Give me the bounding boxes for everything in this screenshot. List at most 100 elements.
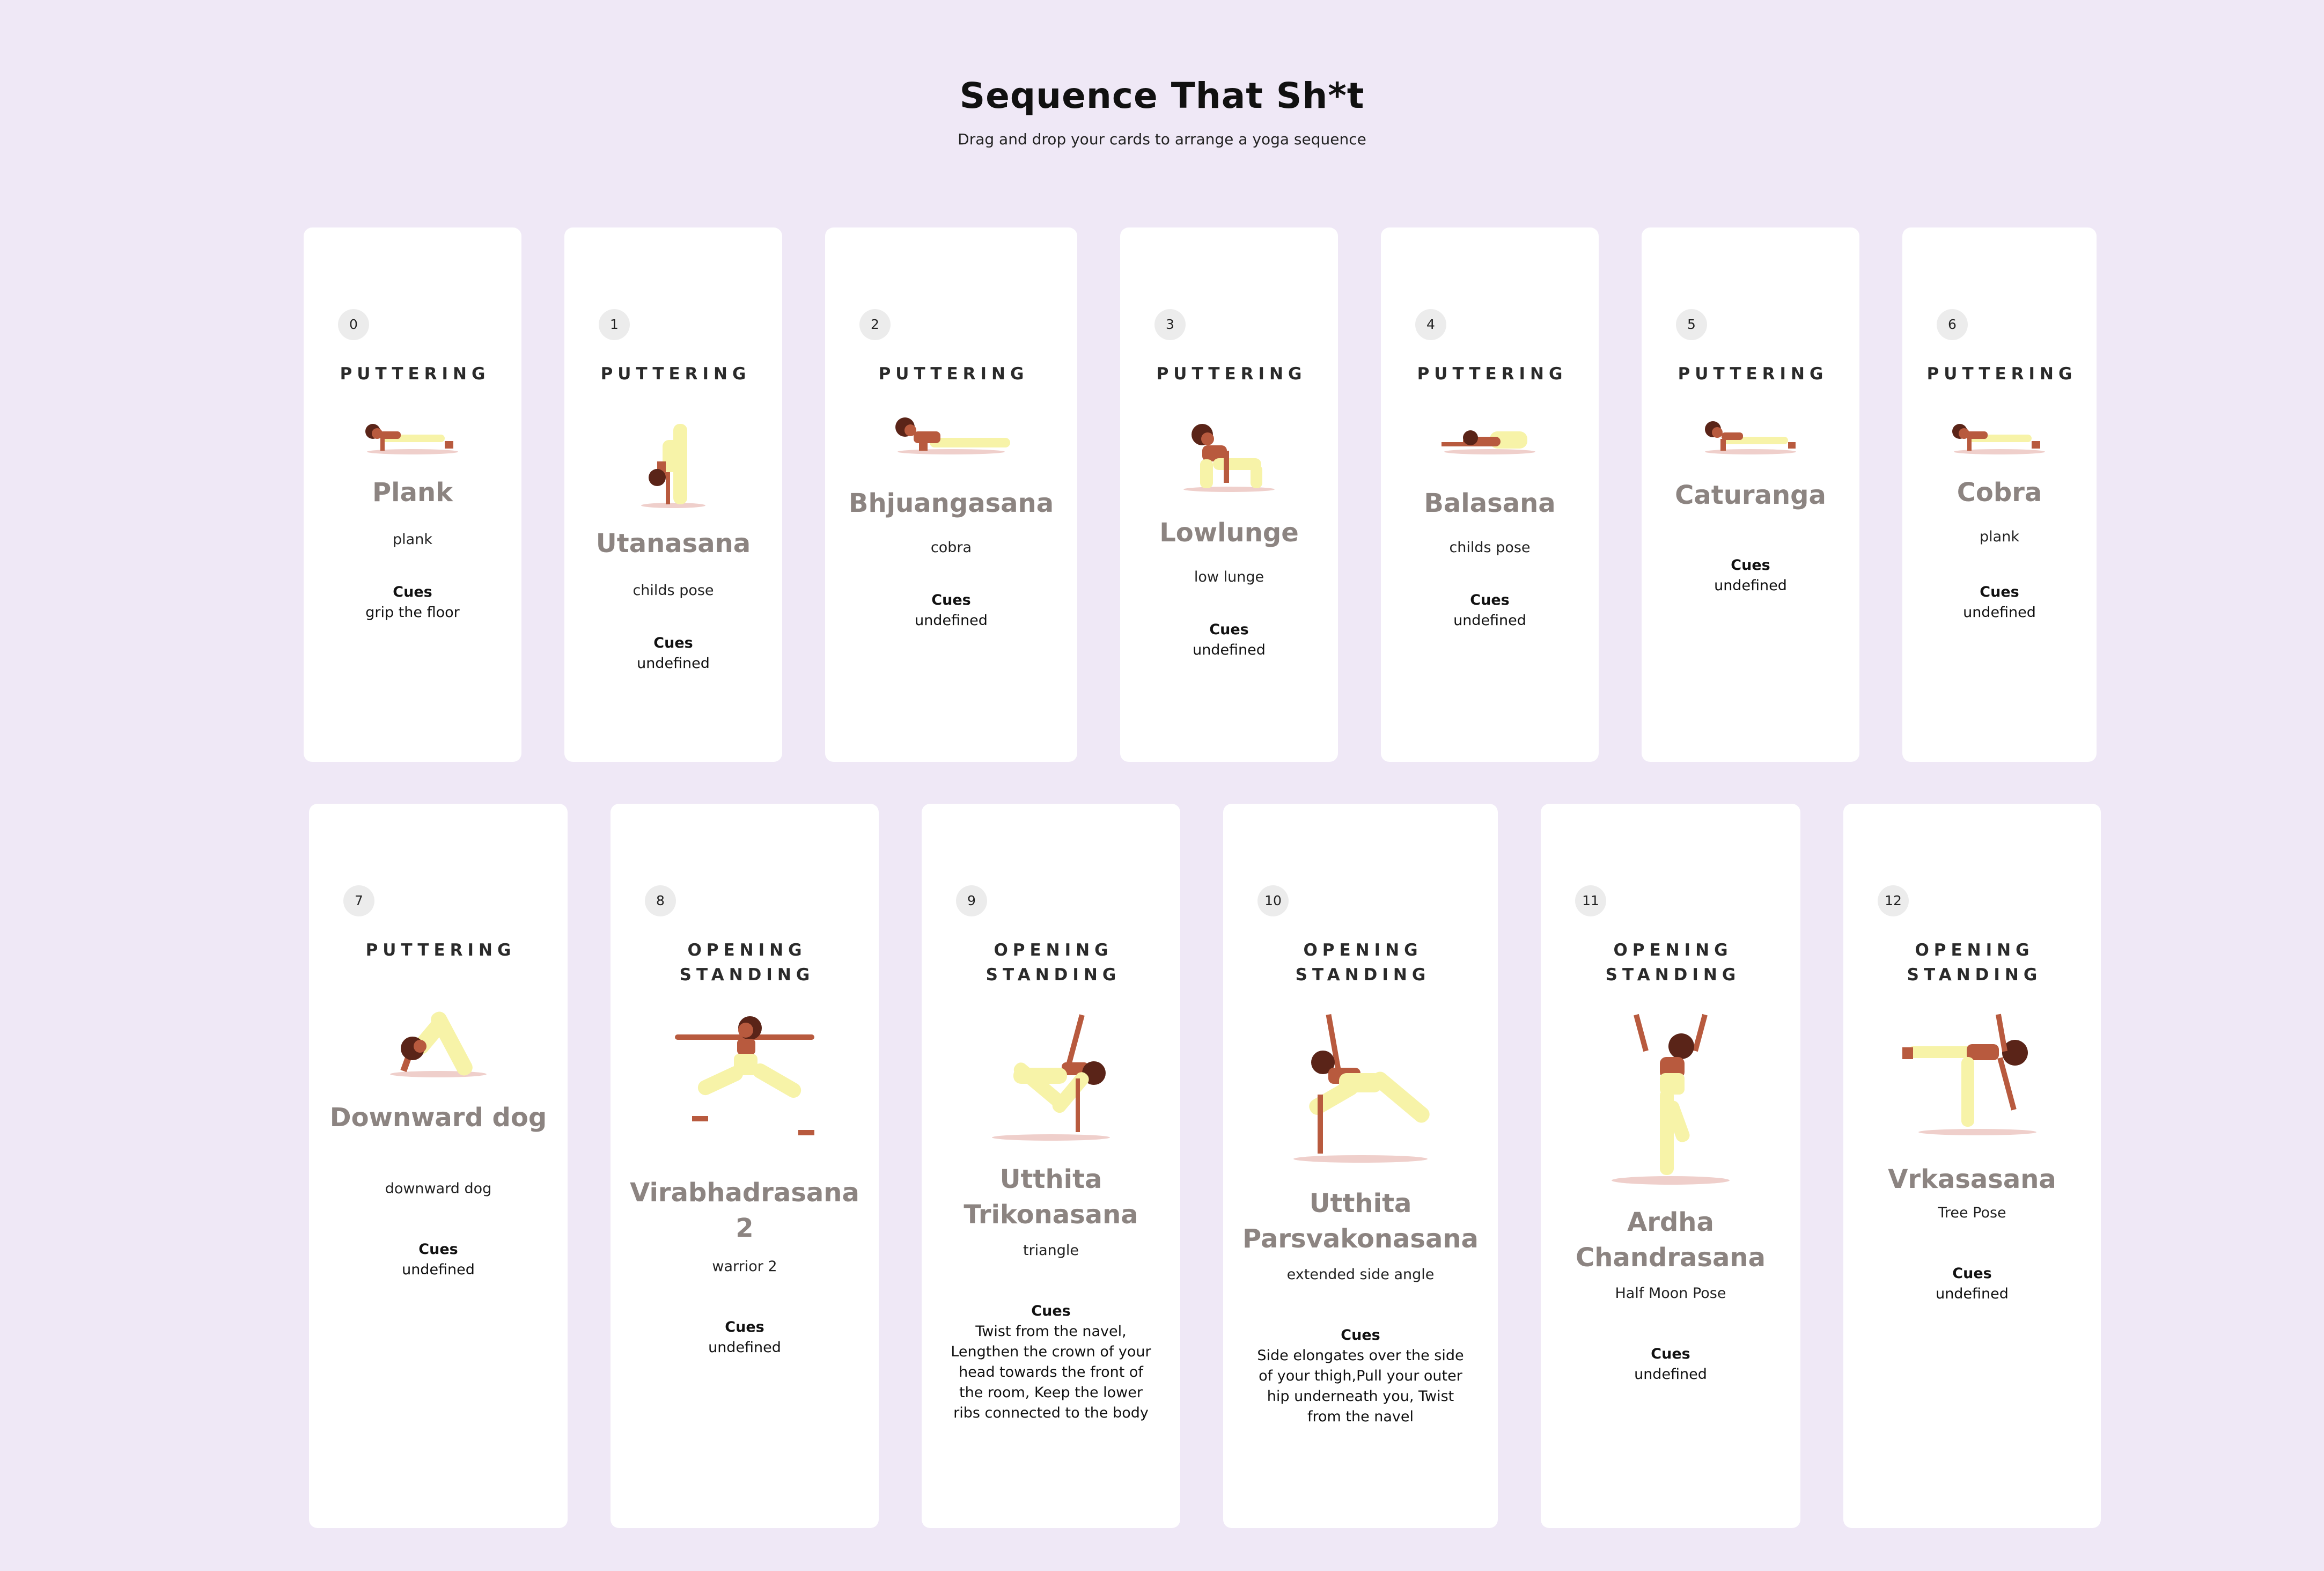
cues-label: Cues	[418, 1241, 458, 1258]
chaturanga-figure-icon	[1697, 413, 1804, 458]
pose-english-name: cobra	[930, 539, 972, 556]
cues-text: Side elongates over the side of your thi…	[1257, 1347, 1464, 1425]
pose-card[interactable]: 1 PUTTERING Utanasana childs pose Cues u…	[564, 227, 782, 762]
plank-figure-icon	[1946, 413, 2053, 458]
pose-name: Utthita Parsvakonasana	[1242, 1188, 1479, 1254]
cues-label: Cues	[1209, 621, 1249, 638]
pose-card[interactable]: 11 OPENING STANDING Ardha Chandrasana Ha…	[1541, 804, 1800, 1528]
pose-english-name: low lunge	[1194, 569, 1264, 585]
card-category: OPENING STANDING	[1295, 941, 1431, 985]
cues-text: undefined	[1714, 577, 1787, 594]
card-index-badge: 8	[645, 885, 676, 916]
pose-english-name: warrior 2	[712, 1258, 777, 1275]
pose-cues: Cues undefined	[564, 633, 782, 674]
pose-cues: Cues undefined	[1381, 590, 1599, 631]
cues-text: undefined	[708, 1339, 781, 1356]
pose-name: Virabhadrasana 2	[630, 1178, 859, 1243]
pose-name: Bhjuangasana	[848, 488, 1054, 518]
page-title: Sequence That Sh*t	[959, 75, 1365, 116]
pose-card[interactable]: 4 PUTTERING Balasana childs pose Cues un…	[1381, 227, 1599, 762]
pose-cues: Cues undefined	[611, 1317, 879, 1358]
cues-label: Cues	[725, 1319, 764, 1335]
pose-card[interactable]: 3 PUTTERING Lowlunge low lunge Cues unde…	[1120, 227, 1338, 762]
pose-cues: Cues undefined	[1541, 1344, 1800, 1385]
card-index-badge: 7	[343, 885, 374, 916]
childs-pose-figure-icon	[1436, 413, 1543, 458]
cues-text: undefined	[1193, 642, 1266, 658]
card-category: PUTTERING	[365, 941, 516, 960]
pose-card[interactable]: 7 PUTTERING Downward dog downward dog Cu…	[309, 804, 568, 1528]
pose-cues: Cues Side elongates over the side of you…	[1223, 1325, 1498, 1427]
card-category: PUTTERING	[1417, 364, 1568, 384]
pose-card[interactable]: 8 OPENING STANDING Virabhadrasana 2 warr…	[611, 804, 879, 1528]
cues-label: Cues	[931, 592, 971, 608]
cues-label: Cues	[653, 635, 693, 651]
page-subtitle: Drag and drop your cards to arrange a yo…	[958, 130, 1366, 148]
triangle-figure-icon	[981, 1009, 1121, 1145]
card-index-badge: 4	[1415, 309, 1446, 340]
cues-label: Cues	[1031, 1303, 1071, 1319]
low-lunge-figure-icon	[1175, 413, 1283, 496]
pose-cues: Cues undefined	[1120, 620, 1338, 660]
card-index-badge: 11	[1575, 885, 1606, 916]
side-angle-figure-icon	[1285, 1009, 1436, 1166]
pose-card[interactable]: 0 PUTTERING Plank plank Cues grip the fl…	[304, 227, 521, 762]
pose-name: Utanasana	[595, 528, 751, 559]
pose-card[interactable]: 12 OPENING STANDING Vrkasasana Tree Pose…	[1843, 804, 2101, 1528]
card-category: PUTTERING	[1678, 364, 1828, 384]
card-index-badge: 6	[1937, 309, 1968, 340]
cues-label: Cues	[1731, 557, 1770, 574]
pose-cues: Cues undefined	[1642, 555, 1859, 596]
card-index-badge: 1	[599, 309, 630, 340]
card-category: OPENING STANDING	[679, 941, 815, 985]
cues-label: Cues	[393, 584, 432, 600]
downward-dog-figure-icon	[374, 993, 503, 1081]
card-category: PUTTERING	[340, 364, 490, 384]
pose-english-name: childs pose	[633, 582, 714, 599]
cues-text: undefined	[402, 1261, 475, 1278]
pose-english-name: Half Moon Pose	[1615, 1285, 1726, 1302]
card-index-badge: 5	[1676, 309, 1707, 340]
pose-english-name: Tree Pose	[1938, 1205, 2006, 1221]
cues-text: undefined	[1453, 612, 1526, 629]
pose-english-name: childs pose	[1449, 539, 1531, 556]
plank-figure-icon	[359, 413, 466, 458]
pose-english-name: downward dog	[385, 1180, 492, 1197]
pose-card[interactable]: 6 PUTTERING Cobra plank Cues undefined	[1902, 227, 2097, 762]
cues-text: grip the floor	[365, 604, 460, 621]
cues-label: Cues	[1651, 1346, 1690, 1362]
pose-english-name: plank	[393, 531, 432, 548]
pose-english-name: plank	[1980, 528, 2019, 545]
pose-name: Ardha Chandrasana	[1576, 1207, 1766, 1273]
card-category: PUTTERING	[1156, 364, 1307, 384]
pose-card[interactable]: 9 OPENING STANDING Utthita Trikonasana t…	[922, 804, 1180, 1528]
pose-name: Caturanga	[1675, 480, 1826, 510]
card-category: PUTTERING	[600, 364, 751, 384]
pose-name: Lowlunge	[1159, 518, 1299, 548]
warrior-two-figure-icon	[670, 1009, 820, 1150]
pose-cues: Cues undefined	[825, 590, 1077, 631]
pose-card[interactable]: 2 PUTTERING Bhjuangasana cobra Cues unde…	[825, 227, 1077, 762]
pose-name: Cobra	[1957, 478, 2042, 508]
card-category: PUTTERING	[1926, 364, 2077, 384]
pose-cues: Cues undefined	[1843, 1264, 2101, 1304]
cues-text: undefined	[637, 655, 710, 672]
pose-english-name: triangle	[1023, 1242, 1079, 1259]
pose-name: Downward dog	[329, 1103, 547, 1133]
pose-name: Balasana	[1424, 488, 1556, 518]
card-category: OPENING STANDING	[1907, 941, 2042, 985]
card-index-badge: 2	[859, 309, 891, 340]
card-index-badge: 3	[1154, 309, 1186, 340]
card-index-badge: 9	[956, 885, 987, 916]
cues-text: undefined	[915, 612, 988, 629]
pose-english-name: extended side angle	[1286, 1266, 1435, 1283]
page-header: Sequence That Sh*t Drag and drop your ca…	[0, 75, 2324, 148]
pose-card[interactable]: 10 OPENING STANDING Utthita Parsvakonasa…	[1223, 804, 1498, 1528]
pose-cues: Cues undefined	[309, 1239, 568, 1280]
tree-pose-figure-icon	[1897, 1009, 2047, 1140]
pose-name: Vrkasasana	[1888, 1164, 2056, 1194]
pose-card[interactable]: 5 PUTTERING Caturanga Cues undefined	[1642, 227, 1859, 762]
card-category: OPENING STANDING	[1605, 941, 1741, 985]
card-category: PUTTERING	[878, 364, 1029, 384]
cues-text: Twist from the navel, Lengthen the crown…	[951, 1323, 1151, 1421]
